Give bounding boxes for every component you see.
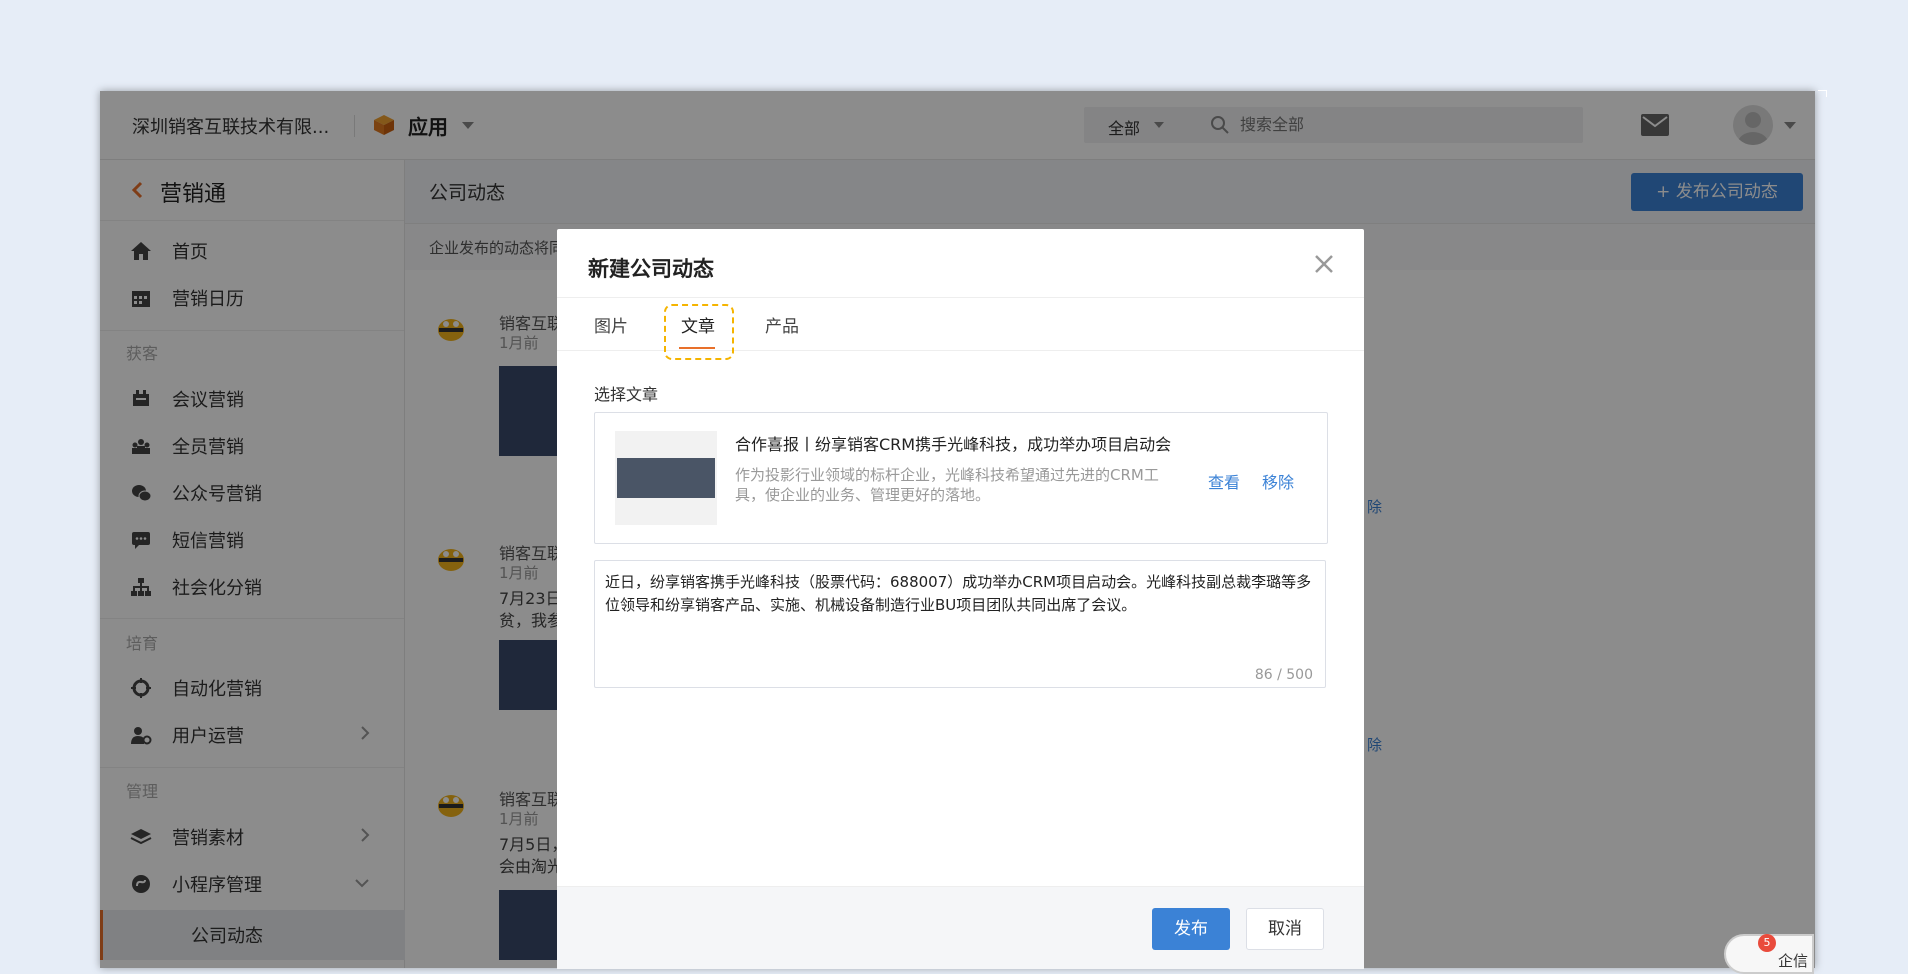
window-corner-marker: [1818, 90, 1827, 97]
tab-product[interactable]: 产品: [765, 312, 799, 337]
article-title: 合作喜报丨纷享销客CRM携手光峰科技，成功举办项目启动会: [735, 435, 1172, 454]
article-description: 作为投影行业领域的标杆企业，光峰科技希望通过先进的CRM工具，使企业的业务、管理…: [735, 466, 1159, 504]
tab-image[interactable]: 图片: [594, 312, 628, 337]
chat-widget[interactable]: 5 企信: [1724, 934, 1814, 974]
content-type-tabs: 图片 文章 产品: [557, 298, 1364, 360]
content-text[interactable]: 近日，纷享销客携手光峰科技（股票代码：688007）成功举办CRM项目启动会。光…: [605, 571, 1313, 617]
selected-article-card: 合作喜报丨纷享销客CRM携手光峰科技，成功举办项目启动会 作为投影行业领域的标杆…: [594, 412, 1328, 544]
dialog-header: 新建公司动态: [557, 229, 1364, 298]
dialog-title: 新建公司动态: [588, 257, 714, 281]
article-thumbnail: [615, 431, 717, 525]
active-tab-indicator: [679, 347, 715, 349]
tab-article[interactable]: 文章: [681, 312, 715, 337]
unread-badge: 5: [1758, 934, 1776, 952]
close-icon[interactable]: [1313, 253, 1335, 275]
select-article-label: 选择文章: [594, 385, 659, 404]
character-counter: 86 / 500: [1254, 667, 1313, 683]
dialog-footer: 发布 取消: [557, 886, 1364, 969]
remove-article-link[interactable]: 移除: [1262, 469, 1294, 493]
new-company-news-dialog: 新建公司动态 图片 文章 产品 选择文章 合作喜报丨纷享销客CRM携手光峰科技，…: [557, 229, 1364, 969]
content-textarea[interactable]: 近日，纷享销客携手光峰科技（股票代码：688007）成功举办CRM项目启动会。光…: [594, 560, 1326, 688]
view-article-link[interactable]: 查看: [1208, 469, 1240, 493]
publish-button[interactable]: 发布: [1152, 908, 1230, 950]
article-thumbnail-image: [617, 458, 715, 498]
cancel-button[interactable]: 取消: [1246, 908, 1324, 950]
